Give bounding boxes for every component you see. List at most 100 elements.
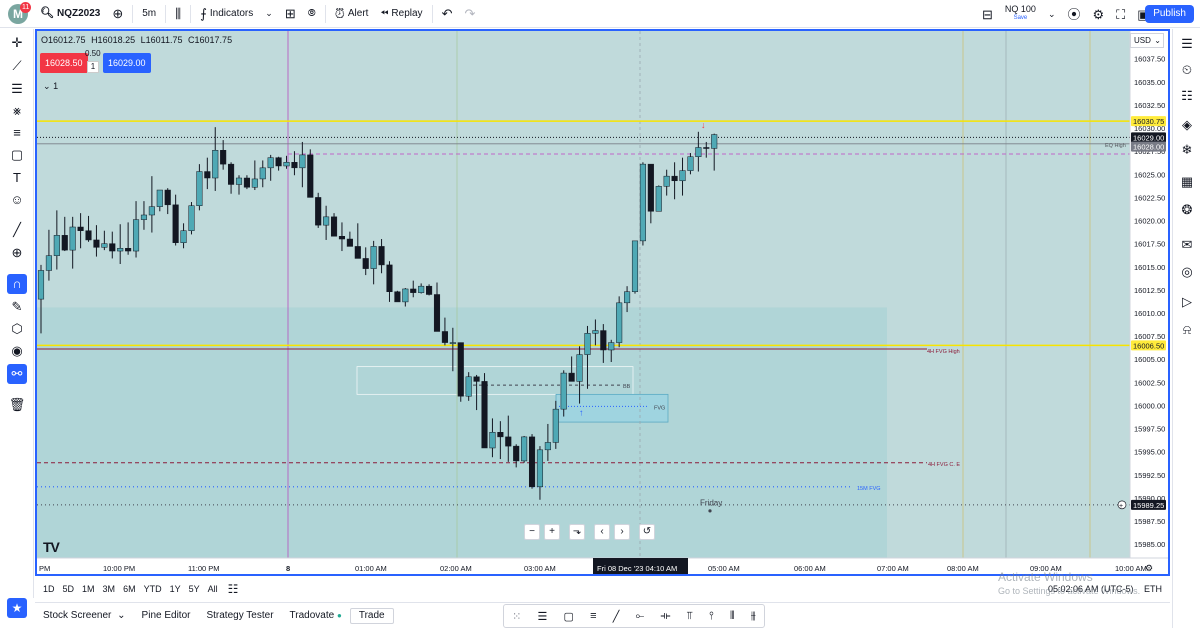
geometric-shapes-icon[interactable]: ▢ [7,145,27,165]
layers-icon[interactable]: ◈ [1176,114,1198,136]
favorites-star-icon[interactable]: ★ [7,598,27,618]
watchlist-icon[interactable]: ☰ [1176,33,1198,55]
candle-body [592,330,599,334]
range-1d[interactable]: 1D [39,584,59,594]
emoji-icon[interactable]: ☺ [7,190,27,210]
prediction-icon[interactable]: ≡ [7,123,27,143]
ruler-icon[interactable]: ╱ [7,220,27,240]
reset-chart-button[interactable]: ↺ [639,524,655,540]
chart-pane[interactable]: EQ High 4H FVG High BB FVG 4H FVG C. E 15M FV… [35,29,1170,576]
vertical-line-icon[interactable]: ⫯ [709,610,714,623]
tab-pine-editor[interactable]: Pine Editor [134,610,199,621]
range-1m[interactable]: 1M [78,584,99,594]
pitchfork-icon[interactable]: ⫪ [687,610,693,623]
range-all[interactable]: All [204,584,222,594]
rectangle-icon[interactable]: ▢ [564,610,574,623]
range-1y[interactable]: 1Y [166,584,185,594]
parallel-channel-icon[interactable]: ≡ [590,610,596,622]
short-position-icon[interactable]: ⫵ [751,610,756,623]
crosshair-icon[interactable]: ✛ [7,33,27,53]
stay-in-drawing-mode-icon[interactable]: ✎ [7,297,27,317]
tab-strategy-tester[interactable]: Strategy Tester [198,610,281,621]
layout-grid-icon: ⊟ [982,6,993,22]
replay-button[interactable]: ⏪︎ Replay [374,0,428,28]
candle-body [362,258,369,269]
undo-button[interactable]: ↶ [436,0,459,28]
order-quantity[interactable]: 1 [87,61,99,73]
sell-button[interactable]: 16028.50 [40,53,88,73]
buy-button[interactable]: 16029.00 [103,53,151,73]
tab-stock-screener[interactable]: Stock Screener ⌄ [35,610,134,621]
fullscreen-button[interactable]: ⛶ [1110,0,1131,28]
alerts-clock-icon[interactable]: ⏲︎ [1176,59,1198,81]
notifications-bell-icon[interactable]: ⍾ [1176,319,1198,341]
calendar-icon[interactable]: ▦ [1176,171,1198,193]
zoom-in-button[interactable]: + [544,524,560,540]
currency-select[interactable]: USD ⌄ [1130,33,1164,48]
price-tick-label: 15987.50 [1134,517,1165,526]
text-tool-icon[interactable]: T [7,168,27,188]
candle-body [505,436,512,447]
publish-button[interactable]: Publish [1145,5,1194,23]
object-tree-button[interactable]: ⦾ [302,0,322,28]
scroll-right-button[interactable]: › [614,524,630,540]
price-chart[interactable]: EQ High 4H FVG High BB FVG 4H FVG C. E 15M FV… [37,31,1168,574]
zoom-out-button[interactable]: − [524,524,540,540]
reset-zoom-button[interactable]: ⬎ [569,524,585,540]
compare-symbol-button[interactable]: ⊕ [106,0,129,28]
pattern-icon[interactable]: ⨳ [7,101,27,121]
interval-button[interactable]: 5m [136,0,162,28]
tab-trade[interactable]: Trade [349,607,394,624]
fib-channel-icon[interactable]: ☰ [537,610,547,623]
time-axis-settings-icon: ⚙ [1145,563,1153,573]
candle-body [259,167,266,180]
layout-selection-button[interactable]: ⊟ [976,0,999,28]
annotation-label: BB [623,384,631,390]
candle-body [164,189,171,206]
settings-button[interactable]: ⚙︎ [1087,0,1111,28]
quick-search-button[interactable]: ⦿ [1061,0,1086,28]
alert-button[interactable]: ⏰︎ Alert [329,0,375,28]
range-ytd[interactable]: YTD [140,584,166,594]
lock-icon[interactable]: ⬡ [7,319,27,339]
symbol-search-button[interactable]: 🔍︎ NQZ2023 [34,0,106,28]
ideas-icon[interactable]: ❂ [1176,199,1198,221]
top-toolbar: M 11 🔍︎ NQZ2023 ⊕ 5m ⫼ ⨍ Indicators ⌄ ⊞ … [0,0,1200,28]
scroll-left-button[interactable]: ‹ [594,524,610,540]
trash-icon[interactable]: 🗑︎ [7,395,27,415]
chart-type-button[interactable]: ⫼ [169,0,187,28]
layouts-button[interactable]: ⊞ [279,0,302,28]
fib-retracement-icon[interactable]: ☰ [7,79,27,99]
trend-line-icon[interactable]: ╱ [613,610,620,623]
redo-button[interactable]: ↷ [458,0,481,28]
indicator-templates-button[interactable]: ⌄ [259,0,279,28]
range-5d[interactable]: 5D [59,584,79,594]
date-range-icon[interactable]: ☷ [228,582,239,596]
horizontal-ray-icon[interactable]: ⟜ [635,610,644,623]
down-arrow-icon: ↓ [701,120,706,130]
indicators-button[interactable]: ⨍ Indicators [194,0,259,28]
range-5y[interactable]: 5Y [185,584,204,594]
zoom-in-icon[interactable]: ⊕ [7,243,27,263]
rewind-icon: ⏪︎ [380,7,389,19]
long-position-icon[interactable]: ⫴ [730,610,735,623]
layout-name-button[interactable]: NQ 100 Save [999,0,1042,28]
hotlists-icon[interactable]: ❄︎ [1176,139,1198,161]
chat-icon[interactable]: ✉︎ [1176,234,1198,256]
candle-body [695,147,702,157]
layout-menu-button[interactable]: ⌄ [1042,0,1062,28]
magnet-icon[interactable]: ∩ [7,274,27,294]
candle-body [386,264,393,292]
range-3m[interactable]: 3M [99,584,120,594]
link-icon[interactable]: ⚯ [7,364,27,384]
range-6m[interactable]: 6M [119,584,140,594]
horizontal-line-icon[interactable]: ⟛ [660,610,670,623]
streams-icon[interactable]: ◎ [1176,261,1198,283]
trend-line-icon[interactable]: ⟋ [7,56,27,76]
data-window-icon[interactable]: ☷ [1176,85,1198,107]
replay-play-icon[interactable]: ▷ [1176,291,1198,313]
tab-tradovate[interactable]: Tradovate ● [282,610,350,621]
drag-handle-icon[interactable]: ⁙ [512,610,521,623]
indicator-collapse-toggle[interactable]: ⌄ 1 [43,81,58,92]
eye-icon[interactable]: ◉ [7,341,27,361]
